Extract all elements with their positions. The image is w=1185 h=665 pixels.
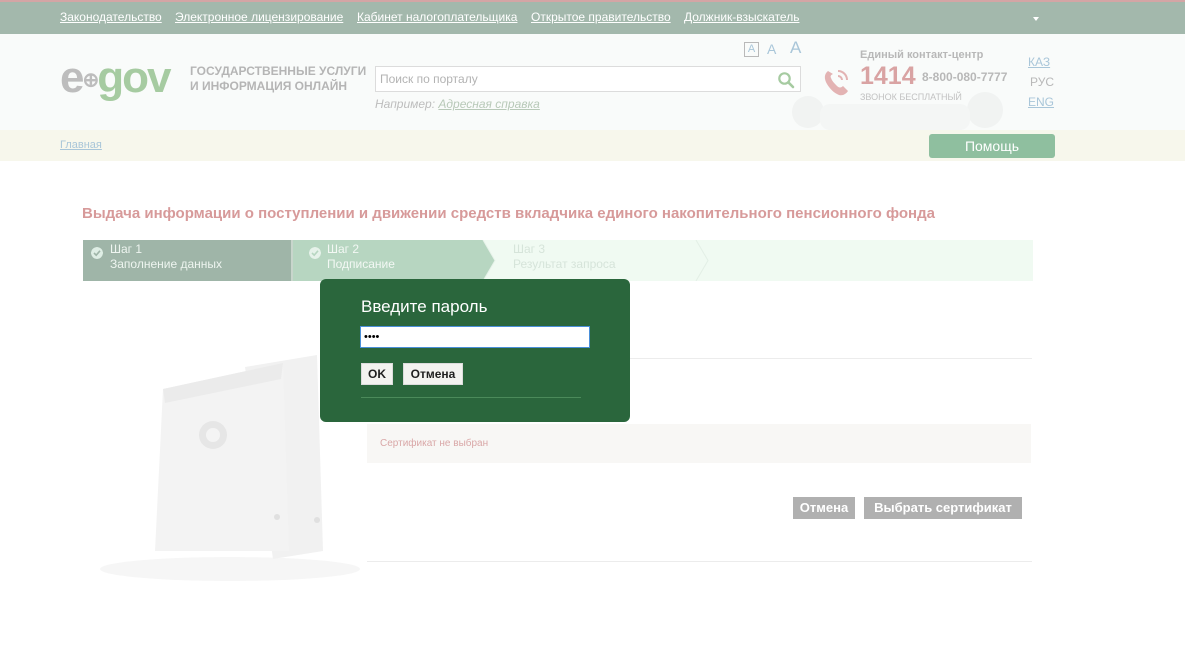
site-tagline: ГОСУДАРСТВЕННЫЕ УСЛУГИ И ИНФОРМАЦИЯ ОНЛА… — [190, 64, 366, 94]
step-3: Шаг 3 Результат запроса — [495, 240, 695, 281]
dialog-separator — [361, 397, 581, 398]
step-1: Шаг 1 Заполнение данных — [83, 240, 291, 281]
tagline-line-1: ГОСУДАРСТВЕННЫЕ УСЛУГИ — [190, 64, 367, 78]
step-2-check-icon — [309, 247, 321, 259]
language-rus-current: РУС — [1030, 75, 1055, 89]
help-button[interactable]: Помощь — [929, 134, 1055, 158]
cancel-button[interactable]: Отмена — [793, 497, 855, 519]
contact-phone-number: 8-800-080-7777 — [922, 70, 1008, 84]
step-1-check-icon — [91, 247, 103, 259]
search-input[interactable] — [380, 70, 770, 88]
step-1-number: Шаг 1 — [110, 242, 143, 256]
step-3-number: Шаг 3 — [513, 242, 546, 256]
search-box — [375, 66, 801, 92]
logo-dot-icon: ⊕ — [82, 69, 99, 92]
search-example-prefix: Например: — [375, 97, 436, 111]
content-divider-bottom — [367, 561, 1032, 562]
certificate-panel: Сертификат не выбран — [367, 424, 1031, 463]
topnav-dropdown-caret-icon[interactable] — [1033, 17, 1039, 21]
topnav-link-taxpayer-cabinet[interactable]: Кабинет налогоплательщика — [357, 10, 517, 24]
page: Законодательство Электронное лицензирова… — [0, 0, 1185, 665]
topnav-link-e-licensing[interactable]: Электронное лицензирование — [175, 10, 343, 24]
language-kaz-link[interactable]: КАЗ — [1028, 55, 1050, 69]
site-header: e⊕gov ГОСУДАРСТВЕННЫЕ УСЛУГИ И ИНФОРМАЦИ… — [0, 34, 1185, 130]
choose-certificate-button[interactable]: Выбрать сертификат — [864, 497, 1022, 519]
breadcrumb-bar: Главная Помощь — [0, 130, 1185, 161]
tagline-line-2: И ИНФОРМАЦИЯ ОНЛАЙН — [190, 79, 348, 93]
phone-icon — [824, 70, 848, 96]
logo-e: e — [60, 53, 85, 102]
dialog-ok-button[interactable]: OK — [361, 363, 393, 385]
topnav-link-debtor-collector[interactable]: Должник-взыскатель — [684, 10, 799, 24]
contact-short-number: 1414 — [860, 62, 916, 90]
search-example: Например: Адресная справка — [375, 97, 540, 111]
dialog-cancel-button[interactable]: Отмена — [403, 363, 463, 385]
step-2-name: Подписание — [327, 257, 395, 271]
language-eng-link[interactable]: ENG — [1028, 95, 1054, 109]
step-3-name: Результат запроса — [513, 257, 616, 271]
page-title: Выдача информации о поступлении и движен… — [82, 205, 935, 222]
font-size-medium-button[interactable]: A — [767, 41, 776, 57]
contact-free-call-note: ЗВОНОК БЕСПЛАТНЫЙ — [860, 92, 962, 102]
contact-center-title: Единый контакт-центр — [860, 49, 984, 61]
password-field[interactable] — [360, 326, 590, 348]
password-dialog: Введите пароль OK Отмена — [320, 279, 630, 422]
logo-gov: gov — [97, 53, 171, 102]
step-2: Шаг 2 Подписание — [293, 240, 493, 281]
font-size-small-button[interactable]: A — [744, 42, 759, 57]
step-1-name: Заполнение данных — [110, 257, 223, 271]
top-navigation-bar: Законодательство Электронное лицензирова… — [0, 0, 1185, 34]
step-progress-bar: Шаг 1 Заполнение данных Шаг 2 Подписание… — [83, 240, 1033, 281]
step-2-number: Шаг 2 — [327, 242, 360, 256]
dialog-title: Введите пароль — [361, 297, 488, 316]
font-size-large-button[interactable]: A — [790, 38, 801, 58]
egov-logo[interactable]: e⊕gov — [60, 53, 171, 102]
breadcrumb-home-link[interactable]: Главная — [60, 139, 102, 151]
topnav-link-open-government[interactable]: Открытое правительство — [531, 10, 671, 24]
certificate-status: Сертификат не выбран — [380, 438, 489, 449]
search-example-link[interactable]: Адресная справка — [438, 97, 539, 111]
topnav-link-legislation[interactable]: Законодательство — [60, 10, 162, 24]
